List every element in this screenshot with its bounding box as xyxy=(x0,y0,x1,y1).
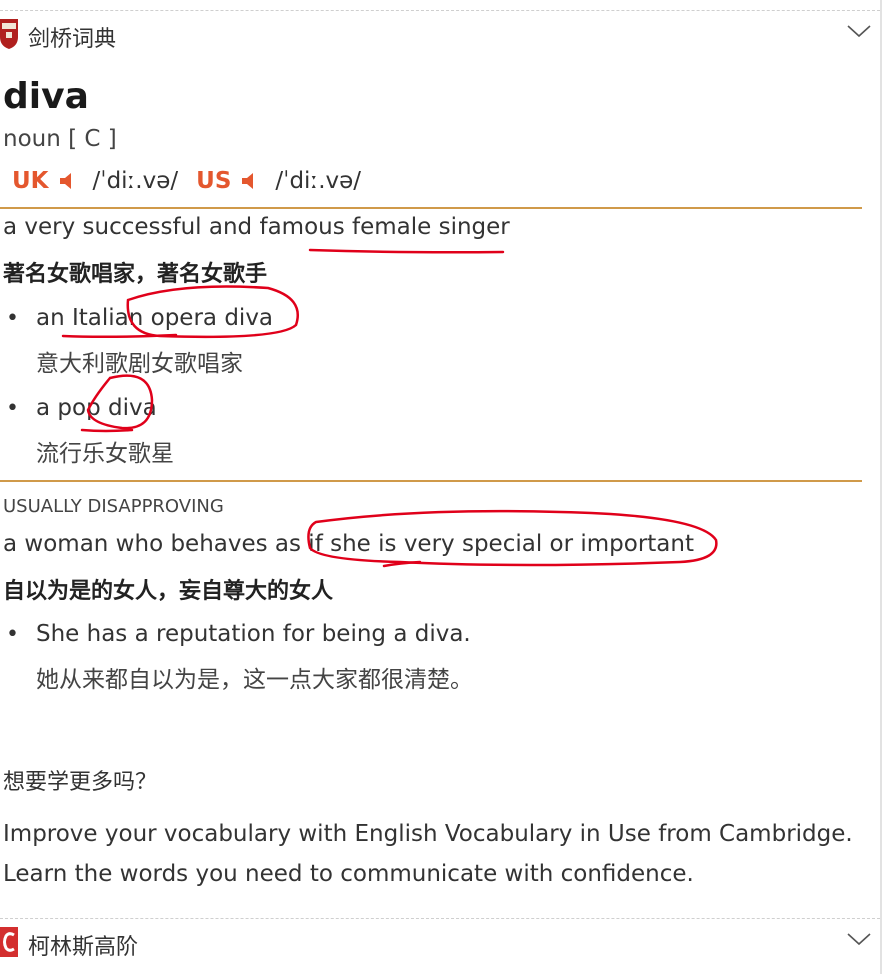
uk-label: UK xyxy=(12,168,49,194)
bullet: • xyxy=(6,622,19,647)
pronunciation-row: UK /ˈdiː.və/ US /ˈdiː.və/ xyxy=(12,168,379,194)
sense-2-definition: a woman who behaves as if she is very sp… xyxy=(3,531,694,557)
chevron-down-icon[interactable] xyxy=(846,931,872,947)
promo-title: 想要学更多吗？ xyxy=(3,770,158,795)
example-1-en: an Italian opera diva xyxy=(36,305,274,331)
dictionary-name: 柯林斯高阶 xyxy=(28,935,139,960)
collins-logo-icon xyxy=(0,927,18,957)
example-2-zh: 流行乐女歌星 xyxy=(36,441,174,467)
sense-1-definition: a very successful and famous female sing… xyxy=(3,214,510,240)
sense-2-translation: 自以为是的女人，妄自尊大的女人 xyxy=(3,579,334,604)
us-ipa: /ˈdiː.və/ xyxy=(275,168,362,194)
uk-ipa: /ˈdiː.və/ xyxy=(92,168,179,194)
speaker-us-icon[interactable] xyxy=(239,170,261,192)
chevron-down-icon[interactable] xyxy=(846,23,872,39)
example-1-zh: 意大利歌剧女歌唱家 xyxy=(36,351,243,377)
promo-text[interactable]: Improve your vocabulary with English Voc… xyxy=(3,814,873,894)
example-2-en: a pop diva xyxy=(36,395,157,421)
speaker-uk-icon[interactable] xyxy=(57,170,79,192)
part-of-speech: noun [ C ] xyxy=(3,126,117,152)
us-label: US xyxy=(196,168,232,194)
usage-label: USUALLY DISAPPROVING xyxy=(3,496,224,517)
headword: diva xyxy=(3,76,89,117)
sense-1-translation: 著名女歌唱家，著名女歌手 xyxy=(3,262,268,287)
cambridge-shield-icon xyxy=(0,19,18,49)
bullet: • xyxy=(6,306,19,331)
sense-divider xyxy=(0,480,862,482)
example-3-en: She has a reputation for being a diva. xyxy=(36,621,471,647)
dictionary-name: 剑桥词典 xyxy=(28,27,117,52)
collins-dictionary-header[interactable]: 柯林斯高阶 xyxy=(0,918,880,966)
example-3-zh: 她从来都自以为是，这一点大家都很清楚。 xyxy=(36,667,473,693)
sense-divider xyxy=(0,207,862,209)
dictionary-panel: 剑桥词典 diva noun [ C ] UK /ˈdiː.və/ US /ˈd… xyxy=(0,0,882,974)
cambridge-dictionary-header[interactable]: 剑桥词典 xyxy=(0,10,880,58)
bullet: • xyxy=(6,396,19,421)
